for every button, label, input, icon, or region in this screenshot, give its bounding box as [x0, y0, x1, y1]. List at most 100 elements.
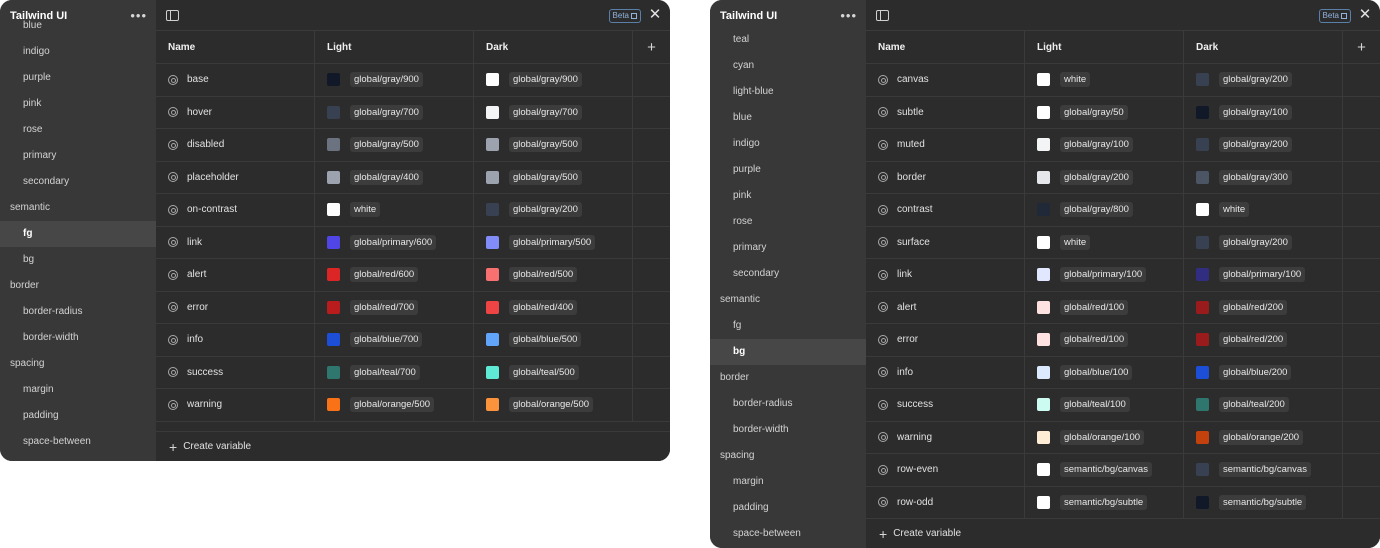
color-swatch[interactable]: [327, 300, 340, 314]
table-row[interactable]: row-even semantic/bg/canvas semantic/bg/ca…: [866, 454, 1380, 487]
variable-value-dark[interactable]: global/gray/300: [1184, 161, 1343, 193]
variable-value-light[interactable]: global/primary/100: [1025, 259, 1184, 291]
sidebar-item-bg[interactable]: bg: [710, 339, 866, 365]
table-row[interactable]: row-odd semantic/bg/subtle semantic/bg/sub…: [866, 486, 1380, 519]
sidebar-item-border-radius[interactable]: border-radius: [0, 299, 156, 325]
create-variable-button[interactable]: + Create variable: [156, 431, 670, 461]
sidebar-item-rose[interactable]: rose: [0, 117, 156, 143]
color-swatch[interactable]: [1037, 398, 1050, 412]
variable-name-cell[interactable]: row-even: [866, 454, 1025, 486]
sidebar-item-blue[interactable]: blue: [0, 13, 156, 39]
sidebar-item-fg[interactable]: fg: [710, 313, 866, 339]
color-swatch[interactable]: [1037, 300, 1050, 314]
color-swatch[interactable]: [327, 203, 340, 217]
color-swatch[interactable]: [1196, 463, 1209, 477]
variable-name-cell[interactable]: contrast: [866, 194, 1025, 226]
create-variable-button[interactable]: + Create variable: [866, 518, 1380, 548]
variable-name-cell[interactable]: surface: [866, 226, 1025, 258]
sidebar-item-purple[interactable]: purple: [710, 157, 866, 183]
sidebar-toggle-icon[interactable]: [876, 10, 889, 21]
variable-value-light[interactable]: global/gray/400: [315, 161, 474, 193]
variable-value-dark[interactable]: global/gray/700: [474, 96, 633, 128]
sidebar-item-border[interactable]: border: [0, 273, 156, 299]
color-swatch[interactable]: [1196, 235, 1209, 249]
sidebar-toggle-icon[interactable]: [166, 10, 179, 21]
table-row[interactable]: muted global/gray/100 global/gray/200: [866, 129, 1380, 162]
variable-value-light[interactable]: white: [315, 194, 474, 226]
color-swatch[interactable]: [1196, 203, 1209, 217]
variable-value-dark[interactable]: semantic/bg/subtle: [1184, 486, 1343, 518]
variable-value-dark[interactable]: white: [1184, 194, 1343, 226]
variable-value-dark[interactable]: global/gray/500: [474, 129, 633, 161]
color-swatch[interactable]: [1037, 73, 1050, 87]
variable-value-light[interactable]: semantic/bg/subtle: [1025, 486, 1184, 518]
sidebar-item-secondary[interactable]: secondary: [710, 261, 866, 287]
color-swatch[interactable]: [327, 398, 340, 412]
variable-value-light[interactable]: global/red/700: [315, 291, 474, 323]
sidebar-item-indigo[interactable]: indigo: [710, 131, 866, 157]
variable-value-light[interactable]: global/red/100: [1025, 324, 1184, 356]
variable-name-cell[interactable]: alert: [156, 259, 315, 291]
table-row[interactable]: base global/gray/900 global/gray/900: [156, 64, 670, 97]
variable-name-cell[interactable]: success: [866, 389, 1025, 421]
variable-value-dark[interactable]: global/teal/200: [1184, 389, 1343, 421]
table-row[interactable]: success global/teal/700 global/teal/500: [156, 356, 670, 389]
variable-value-dark[interactable]: global/gray/200: [1184, 129, 1343, 161]
color-swatch[interactable]: [486, 398, 499, 412]
variable-value-dark[interactable]: global/red/200: [1184, 291, 1343, 323]
sidebar-item-space-between[interactable]: space-between: [0, 429, 156, 455]
sidebar-item-fg[interactable]: fg: [0, 221, 156, 247]
color-swatch[interactable]: [327, 73, 340, 87]
variable-value-dark[interactable]: global/teal/500: [474, 356, 633, 388]
sidebar-item-cyan[interactable]: cyan: [710, 53, 866, 79]
variable-value-dark[interactable]: global/gray/100: [1184, 96, 1343, 128]
color-swatch[interactable]: [1037, 430, 1050, 444]
variable-value-light[interactable]: global/gray/100: [1025, 129, 1184, 161]
color-swatch[interactable]: [1196, 495, 1209, 509]
variable-value-dark[interactable]: global/blue/200: [1184, 356, 1343, 388]
sidebar-item-pink[interactable]: pink: [0, 91, 156, 117]
sidebar-item-blue[interactable]: blue: [710, 105, 866, 131]
color-swatch[interactable]: [1196, 398, 1209, 412]
color-swatch[interactable]: [1037, 333, 1050, 347]
color-swatch[interactable]: [1037, 268, 1050, 282]
sidebar-item-rose[interactable]: rose: [710, 209, 866, 235]
color-swatch[interactable]: [327, 138, 340, 152]
variable-value-light[interactable]: global/gray/800: [1025, 194, 1184, 226]
close-icon[interactable]: ✕: [648, 7, 662, 23]
variable-value-light[interactable]: global/red/600: [315, 259, 474, 291]
close-icon[interactable]: ✕: [1358, 7, 1372, 23]
table-row[interactable]: error global/red/100 global/red/200: [866, 324, 1380, 357]
variable-name-cell[interactable]: on-contrast: [156, 194, 315, 226]
variable-name-cell[interactable]: link: [866, 259, 1025, 291]
variable-value-dark[interactable]: global/red/200: [1184, 324, 1343, 356]
variable-name-cell[interactable]: subtle: [866, 96, 1025, 128]
table-row[interactable]: canvas white global/gray/200: [866, 64, 1380, 97]
table-row[interactable]: disabled global/gray/500 global/gray/500: [156, 129, 670, 162]
color-swatch[interactable]: [327, 333, 340, 347]
variable-value-dark[interactable]: semantic/bg/canvas: [1184, 454, 1343, 486]
sidebar-item-bg[interactable]: bg: [0, 247, 156, 273]
variable-value-light[interactable]: semantic/bg/canvas: [1025, 454, 1184, 486]
color-swatch[interactable]: [486, 268, 499, 282]
color-swatch[interactable]: [327, 235, 340, 249]
table-row[interactable]: warning global/orange/100 global/orange/20…: [866, 421, 1380, 454]
variable-name-cell[interactable]: canvas: [866, 64, 1025, 96]
color-swatch[interactable]: [1037, 138, 1050, 152]
sidebar-item-pink[interactable]: pink: [710, 183, 866, 209]
variable-value-dark[interactable]: global/orange/500: [474, 389, 633, 421]
table-row[interactable]: success global/teal/100 global/teal/200: [866, 389, 1380, 422]
variable-name-cell[interactable]: success: [156, 356, 315, 388]
color-swatch[interactable]: [486, 138, 499, 152]
variable-name-cell[interactable]: warning: [156, 389, 315, 421]
color-swatch[interactable]: [1037, 170, 1050, 184]
sidebar-item-margin[interactable]: margin: [0, 377, 156, 403]
color-swatch[interactable]: [486, 235, 499, 249]
more-options-icon[interactable]: •••: [840, 9, 857, 22]
variable-value-light[interactable]: global/orange/500: [315, 389, 474, 421]
beta-badge[interactable]: Beta: [1318, 9, 1351, 23]
color-swatch[interactable]: [1196, 138, 1209, 152]
variable-value-light[interactable]: global/red/100: [1025, 291, 1184, 323]
color-swatch[interactable]: [486, 170, 499, 184]
variable-value-dark[interactable]: global/red/400: [474, 291, 633, 323]
